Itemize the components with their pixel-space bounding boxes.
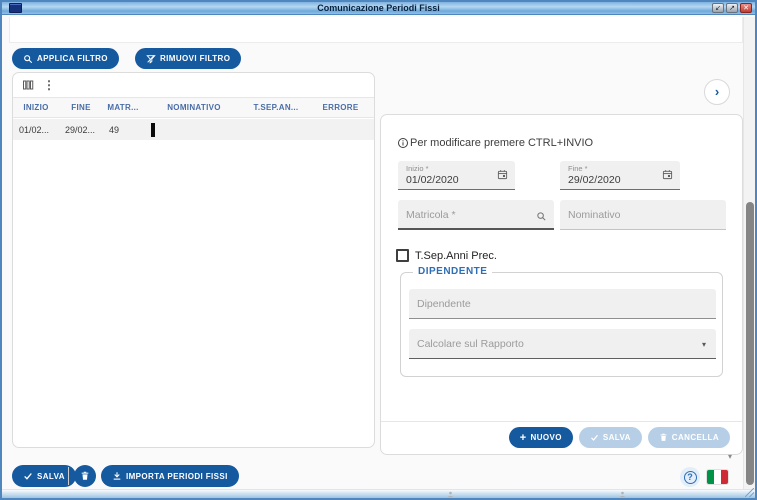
cancella-label: CANCELLA	[671, 433, 719, 442]
cancella-button[interactable]: CANCELLA	[647, 427, 730, 448]
nominativo-field[interactable]: Nominativo	[560, 200, 726, 230]
grid-menu-icon[interactable]: ⋮	[43, 79, 55, 91]
edit-hint-text: Per modificare premere CTRL+INVIO	[410, 137, 594, 149]
form-salva-button[interactable]: SALVA	[578, 427, 642, 448]
rapporto-select[interactable]: Calcolare sul Rapporto ▾	[409, 329, 716, 359]
footer-divider	[68, 467, 69, 485]
vertical-scrollbar[interactable]	[743, 17, 755, 489]
column-header-fine[interactable]: FINE	[59, 103, 103, 112]
rimuovi-filtro-label: RIMUOVI FILTRO	[160, 54, 231, 63]
window-title: Comunicazione Periodi Fissi	[317, 3, 440, 13]
fine-field[interactable]: Fine * 29/02/2020	[560, 161, 680, 190]
maximize-button[interactable]: ↗	[726, 3, 738, 13]
trash-icon	[659, 433, 668, 442]
table-row[interactable]: 01/02... 29/02... 49	[13, 119, 374, 140]
matricola-placeholder: Matricola *	[406, 209, 456, 221]
tsep-checkbox-label: T.Sep.Anni Prec.	[415, 249, 497, 262]
salva-button[interactable]: SALVA	[12, 465, 76, 487]
flag-green-stripe	[707, 470, 714, 484]
dipendente-field[interactable]: Dipendente	[409, 289, 716, 319]
plus-icon: +	[519, 431, 527, 444]
question-icon: ?	[683, 470, 697, 484]
person-icon	[447, 491, 454, 498]
search-icon[interactable]	[536, 211, 547, 222]
title-bar: Comunicazione Periodi Fissi ↙ ↗ ✕	[2, 2, 755, 15]
cell-nominativo-selected[interactable]	[143, 122, 245, 137]
column-header-inizio[interactable]: INIZIO	[13, 103, 59, 112]
filter-off-icon	[146, 54, 156, 64]
matricola-field[interactable]: Matricola *	[398, 200, 554, 230]
dipendente-legend: DIPENDENTE	[413, 266, 493, 277]
form-actions-divider	[381, 421, 742, 422]
edit-hint: Per modificare premere CTRL+INVIO	[397, 137, 593, 149]
dipendente-fieldset: DIPENDENTE Dipendente Calcolare sul Rapp…	[400, 266, 723, 377]
columns-icon[interactable]	[22, 79, 34, 91]
form-salva-label: SALVA	[602, 433, 631, 442]
grid-panel: ⋮ INIZIO FINE MATR... NOMINATIVO T.SEP.A…	[12, 72, 375, 448]
salva-label: SALVA	[37, 471, 65, 481]
person-icon	[619, 491, 626, 498]
help-button[interactable]: ?	[680, 467, 700, 487]
selected-cell-outline	[151, 122, 155, 137]
chevron-right-icon: ›	[714, 83, 720, 99]
detail-form-panel: Per modificare premere CTRL+INVIO Inizio…	[380, 114, 743, 455]
check-icon	[23, 471, 33, 481]
dipendente-placeholder: Dipendente	[417, 298, 471, 310]
filter-panel	[9, 17, 743, 43]
vertical-scrollbar-thumb[interactable]	[746, 202, 754, 485]
column-header-errore[interactable]: ERRORE	[307, 103, 374, 112]
cell-inizio[interactable]: 01/02...	[13, 125, 59, 135]
form-actions: + NUOVO SALVA CANCELLA	[508, 427, 730, 448]
applica-filtro-button[interactable]: APPLICA FILTRO	[12, 48, 119, 69]
column-header-nominativo[interactable]: NOMINATIVO	[143, 103, 245, 112]
delete-button[interactable]	[74, 465, 96, 487]
nominativo-placeholder: Nominativo	[568, 209, 621, 221]
resize-grip[interactable]	[745, 488, 754, 497]
calendar-icon[interactable]	[662, 169, 673, 180]
cell-fine[interactable]: 29/02...	[59, 125, 103, 135]
close-button[interactable]: ✕	[740, 3, 752, 13]
column-header-tsep[interactable]: T.SEP.AN...	[245, 103, 307, 112]
info-icon	[397, 137, 409, 149]
download-icon	[112, 471, 122, 481]
check-icon	[590, 433, 599, 442]
importa-periodi-fissi-button[interactable]: IMPORTA PERIODI FISSI	[101, 465, 239, 487]
flag-white-stripe	[714, 470, 721, 484]
nuovo-label: NUOVO	[530, 433, 562, 442]
window-controls: ↙ ↗ ✕	[712, 3, 752, 13]
applica-filtro-label: APPLICA FILTRO	[37, 54, 108, 63]
rapporto-placeholder: Calcolare sul Rapporto	[417, 338, 524, 350]
grid-toolbar: ⋮	[22, 79, 55, 91]
cell-matricola[interactable]: 49	[103, 125, 143, 135]
window-bottom-border	[2, 489, 755, 498]
trash-icon	[80, 471, 90, 481]
panel-scroll-caret-icon[interactable]: ▾	[728, 452, 732, 461]
italian-flag-icon[interactable]	[707, 470, 728, 484]
calendar-icon[interactable]	[497, 169, 508, 180]
expand-panel-button[interactable]: ›	[704, 79, 730, 105]
search-icon	[23, 54, 33, 64]
column-header-matricola[interactable]: MATR...	[103, 103, 143, 112]
tsep-checkbox[interactable]	[396, 249, 409, 262]
app-window: Comunicazione Periodi Fissi ↙ ↗ ✕ APPLIC…	[0, 0, 757, 500]
inizio-field[interactable]: Inizio * 01/02/2020	[398, 161, 515, 190]
tsep-checkbox-row: T.Sep.Anni Prec.	[396, 249, 497, 262]
chevron-down-icon[interactable]: ▾	[702, 340, 706, 349]
flag-red-stripe	[721, 470, 728, 484]
grid-header-row: INIZIO FINE MATR... NOMINATIVO T.SEP.AN.…	[13, 97, 374, 118]
nuovo-button[interactable]: + NUOVO	[508, 427, 573, 448]
importa-label: IMPORTA PERIODI FISSI	[126, 471, 228, 481]
rimuovi-filtro-button[interactable]: RIMUOVI FILTRO	[135, 48, 242, 69]
restore-button[interactable]: ↙	[712, 3, 724, 13]
